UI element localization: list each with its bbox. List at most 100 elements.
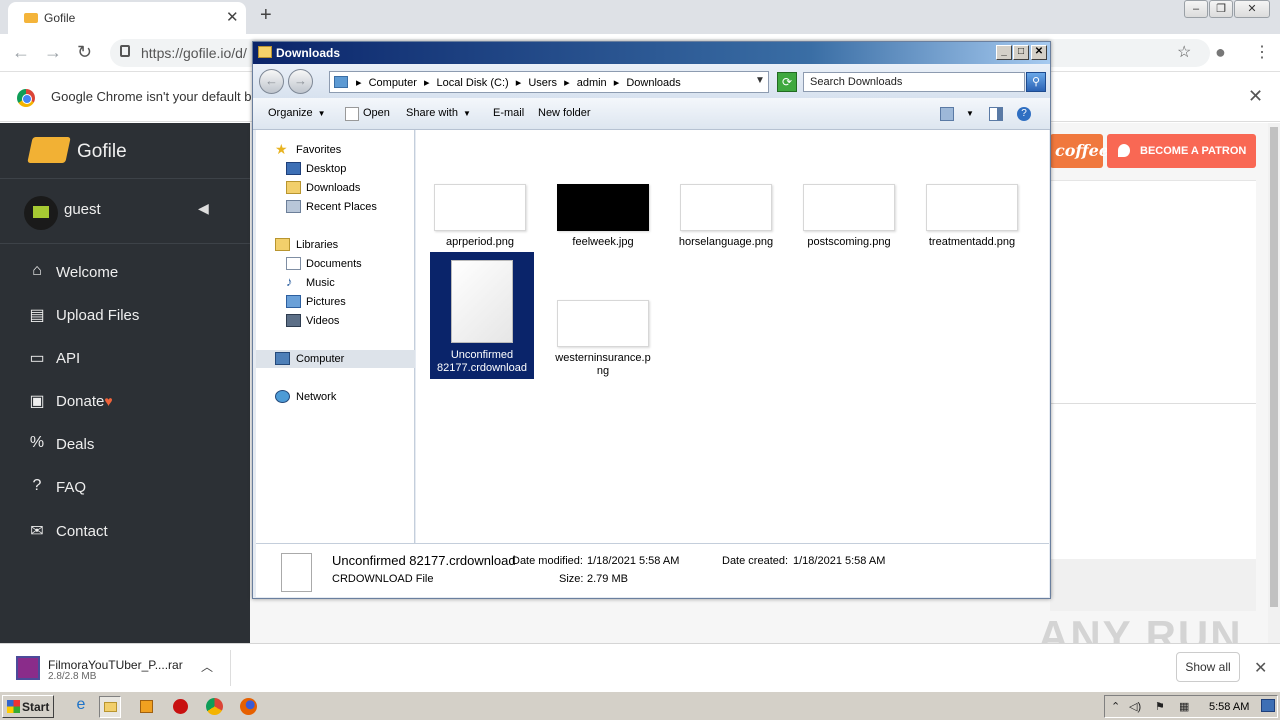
scrollbar-thumb[interactable] bbox=[1270, 127, 1278, 607]
view-options-icon[interactable] bbox=[940, 107, 954, 121]
chrome-logo-icon bbox=[206, 698, 223, 715]
back-arrow-icon[interactable]: ← bbox=[259, 69, 284, 94]
firefox-icon[interactable] bbox=[238, 696, 260, 718]
buy-me-a-coffee-button[interactable]: coffee bbox=[1050, 134, 1109, 168]
minimize-button[interactable]: _ bbox=[996, 45, 1012, 60]
minimize-window-button[interactable]: – bbox=[1184, 0, 1208, 18]
chevron-left-icon[interactable]: ◀ bbox=[198, 200, 209, 217]
sidebar-item-upload-files[interactable]: ▤ Upload Files bbox=[0, 296, 250, 336]
new-folder-button[interactable]: New folder bbox=[538, 107, 591, 119]
search-icon[interactable]: ⚲ bbox=[1026, 72, 1046, 92]
breadcrumb[interactable]: ▸ Computer ▸ Local Disk (C:) ▸ Users ▸ a… bbox=[329, 71, 769, 93]
explorer-taskbar-icon[interactable] bbox=[99, 696, 121, 718]
back-arrow-icon[interactable]: ← bbox=[12, 42, 30, 63]
image-thumbnail bbox=[557, 300, 649, 347]
bookmark-star-icon[interactable]: ☆ bbox=[1177, 42, 1191, 62]
nav-recent-places[interactable]: Recent Places bbox=[256, 198, 415, 216]
show-all-button[interactable]: Show all bbox=[1176, 652, 1240, 682]
refresh-icon[interactable]: ⟳ bbox=[777, 72, 797, 92]
nav-videos[interactable]: Videos bbox=[256, 312, 415, 330]
explorer-title-bar[interactable]: Downloads _ □ ✕ bbox=[253, 42, 1050, 64]
profile-avatar-icon[interactable]: ● bbox=[1215, 42, 1226, 63]
restore-window-button[interactable]: ❐ bbox=[1209, 0, 1233, 18]
share-with-button[interactable]: Share with ▼ bbox=[406, 107, 471, 119]
breadcrumb-downloads[interactable]: Downloads bbox=[626, 77, 680, 89]
sidebar-item-faq[interactable]: ? FAQ bbox=[0, 468, 250, 508]
forward-arrow-icon[interactable]: → bbox=[288, 69, 313, 94]
start-label: Start bbox=[22, 700, 50, 714]
close-shelf-icon[interactable]: ✕ bbox=[1254, 658, 1267, 678]
file-item-feelweek[interactable]: feelweek.jpg bbox=[551, 184, 655, 250]
nav-documents[interactable]: Documents bbox=[256, 255, 415, 273]
forward-arrow-icon[interactable]: → bbox=[44, 42, 62, 63]
file-item-horselanguage[interactable]: horselanguage.png bbox=[674, 184, 778, 250]
maximize-button[interactable]: □ bbox=[1013, 45, 1029, 60]
document-icon bbox=[345, 107, 359, 121]
new-tab-icon[interactable]: + bbox=[260, 4, 272, 27]
email-button[interactable]: E-mail bbox=[493, 107, 524, 119]
chrome-taskbar-icon[interactable] bbox=[204, 696, 226, 718]
chevron-down-icon[interactable]: ▼ bbox=[966, 109, 974, 118]
sidebar-item-contact[interactable]: ✉ Contact bbox=[0, 512, 250, 552]
breadcrumb-separator-icon: ▸ bbox=[515, 77, 522, 89]
file-name: treatmentadd.png bbox=[928, 236, 1016, 248]
breadcrumb-local-disk[interactable]: Local Disk (C:) bbox=[437, 77, 509, 89]
nav-music[interactable]: ♪ Music bbox=[256, 274, 415, 292]
search-input[interactable]: Search Downloads bbox=[803, 72, 1025, 92]
play-icon bbox=[140, 700, 153, 713]
downloads-folder-icon bbox=[286, 181, 301, 194]
close-button[interactable]: ✕ bbox=[1031, 45, 1047, 60]
chevron-down-icon[interactable]: ▼ bbox=[755, 75, 765, 86]
network-icon[interactable]: ▦ bbox=[1179, 700, 1189, 713]
nav-computer[interactable]: Computer bbox=[256, 350, 415, 368]
nav-network[interactable]: Network bbox=[256, 388, 415, 406]
sidebar-item-deals[interactable]: % Deals bbox=[0, 425, 250, 465]
preview-pane-icon[interactable] bbox=[989, 107, 1003, 121]
file-item-postscoming[interactable]: postscoming.png bbox=[797, 184, 901, 250]
volume-icon[interactable]: ◁) bbox=[1129, 700, 1141, 713]
nav-downloads[interactable]: Downloads bbox=[256, 179, 415, 197]
page-scrollbar[interactable] bbox=[1268, 123, 1280, 643]
start-button[interactable]: Start bbox=[2, 695, 54, 718]
close-window-button[interactable]: ✕ bbox=[1234, 0, 1270, 18]
sidebar-item-welcome[interactable]: ⌂ Welcome bbox=[0, 253, 250, 293]
media-player-icon[interactable] bbox=[136, 696, 158, 718]
explorer-window: Downloads _ □ ✕ ← → ▸ Computer ▸ Local D… bbox=[252, 41, 1051, 599]
chrome-logo-icon bbox=[17, 89, 35, 107]
internet-explorer-icon[interactable]: e bbox=[70, 696, 92, 718]
organize-button[interactable]: Organize ▼ bbox=[268, 107, 326, 119]
infobar-close-icon[interactable]: ✕ bbox=[1248, 86, 1263, 107]
download-item[interactable]: FilmoraYouTUber_P....rar 2.8/2.8 MB ︿ bbox=[0, 644, 230, 692]
donate-label: Donate bbox=[56, 393, 105, 410]
file-item-treatmentadd[interactable]: treatmentadd.png bbox=[920, 184, 1024, 250]
open-button[interactable]: Open bbox=[363, 107, 390, 119]
show-hidden-icons-icon[interactable]: ⌃ bbox=[1111, 700, 1120, 713]
file-item-westerninsurance[interactable]: westerninsurance.p ng bbox=[551, 300, 655, 380]
become-patron-button[interactable]: BECOME A PATRON bbox=[1107, 134, 1256, 168]
sidebar-item-api[interactable]: ▭ API bbox=[0, 339, 250, 379]
show-desktop-icon[interactable] bbox=[1261, 699, 1275, 712]
close-tab-icon[interactable]: ✕ bbox=[226, 8, 239, 26]
file-item-crdownload[interactable]: Unconfirmed 82177.crdownload bbox=[430, 252, 534, 379]
brand[interactable]: Gofile bbox=[0, 123, 250, 179]
nav-label: Documents bbox=[306, 258, 362, 270]
nav-desktop[interactable]: Desktop bbox=[256, 160, 415, 178]
chevron-up-icon[interactable]: ︿ bbox=[201, 658, 213, 675]
sidebar-item-donate[interactable]: ▣ Donate♥ bbox=[0, 382, 250, 422]
rar-archive-icon bbox=[16, 656, 40, 680]
breadcrumb-admin[interactable]: admin bbox=[577, 77, 607, 89]
nav-favorites[interactable]: ★ Favorites bbox=[256, 141, 415, 159]
breadcrumb-computer[interactable]: Computer bbox=[369, 77, 417, 89]
file-item-aprperiod[interactable]: aprperiod.png bbox=[428, 184, 532, 250]
nav-pictures[interactable]: Pictures bbox=[256, 293, 415, 311]
flag-icon[interactable]: ⚑ bbox=[1155, 700, 1165, 713]
user-row[interactable]: guest ◀ bbox=[0, 180, 250, 244]
help-icon[interactable]: ? bbox=[1017, 107, 1031, 121]
browser-tab[interactable]: Gofile ✕ bbox=[8, 2, 246, 34]
breadcrumb-path: ▸ Computer ▸ Local Disk (C:) ▸ Users ▸ a… bbox=[356, 76, 685, 89]
reload-icon[interactable]: ↻ bbox=[77, 42, 92, 63]
nav-libraries[interactable]: Libraries bbox=[256, 236, 415, 254]
breadcrumb-users[interactable]: Users bbox=[528, 77, 557, 89]
chrome-menu-icon[interactable]: ⋮ bbox=[1254, 42, 1270, 62]
antivirus-icon[interactable] bbox=[170, 696, 192, 718]
